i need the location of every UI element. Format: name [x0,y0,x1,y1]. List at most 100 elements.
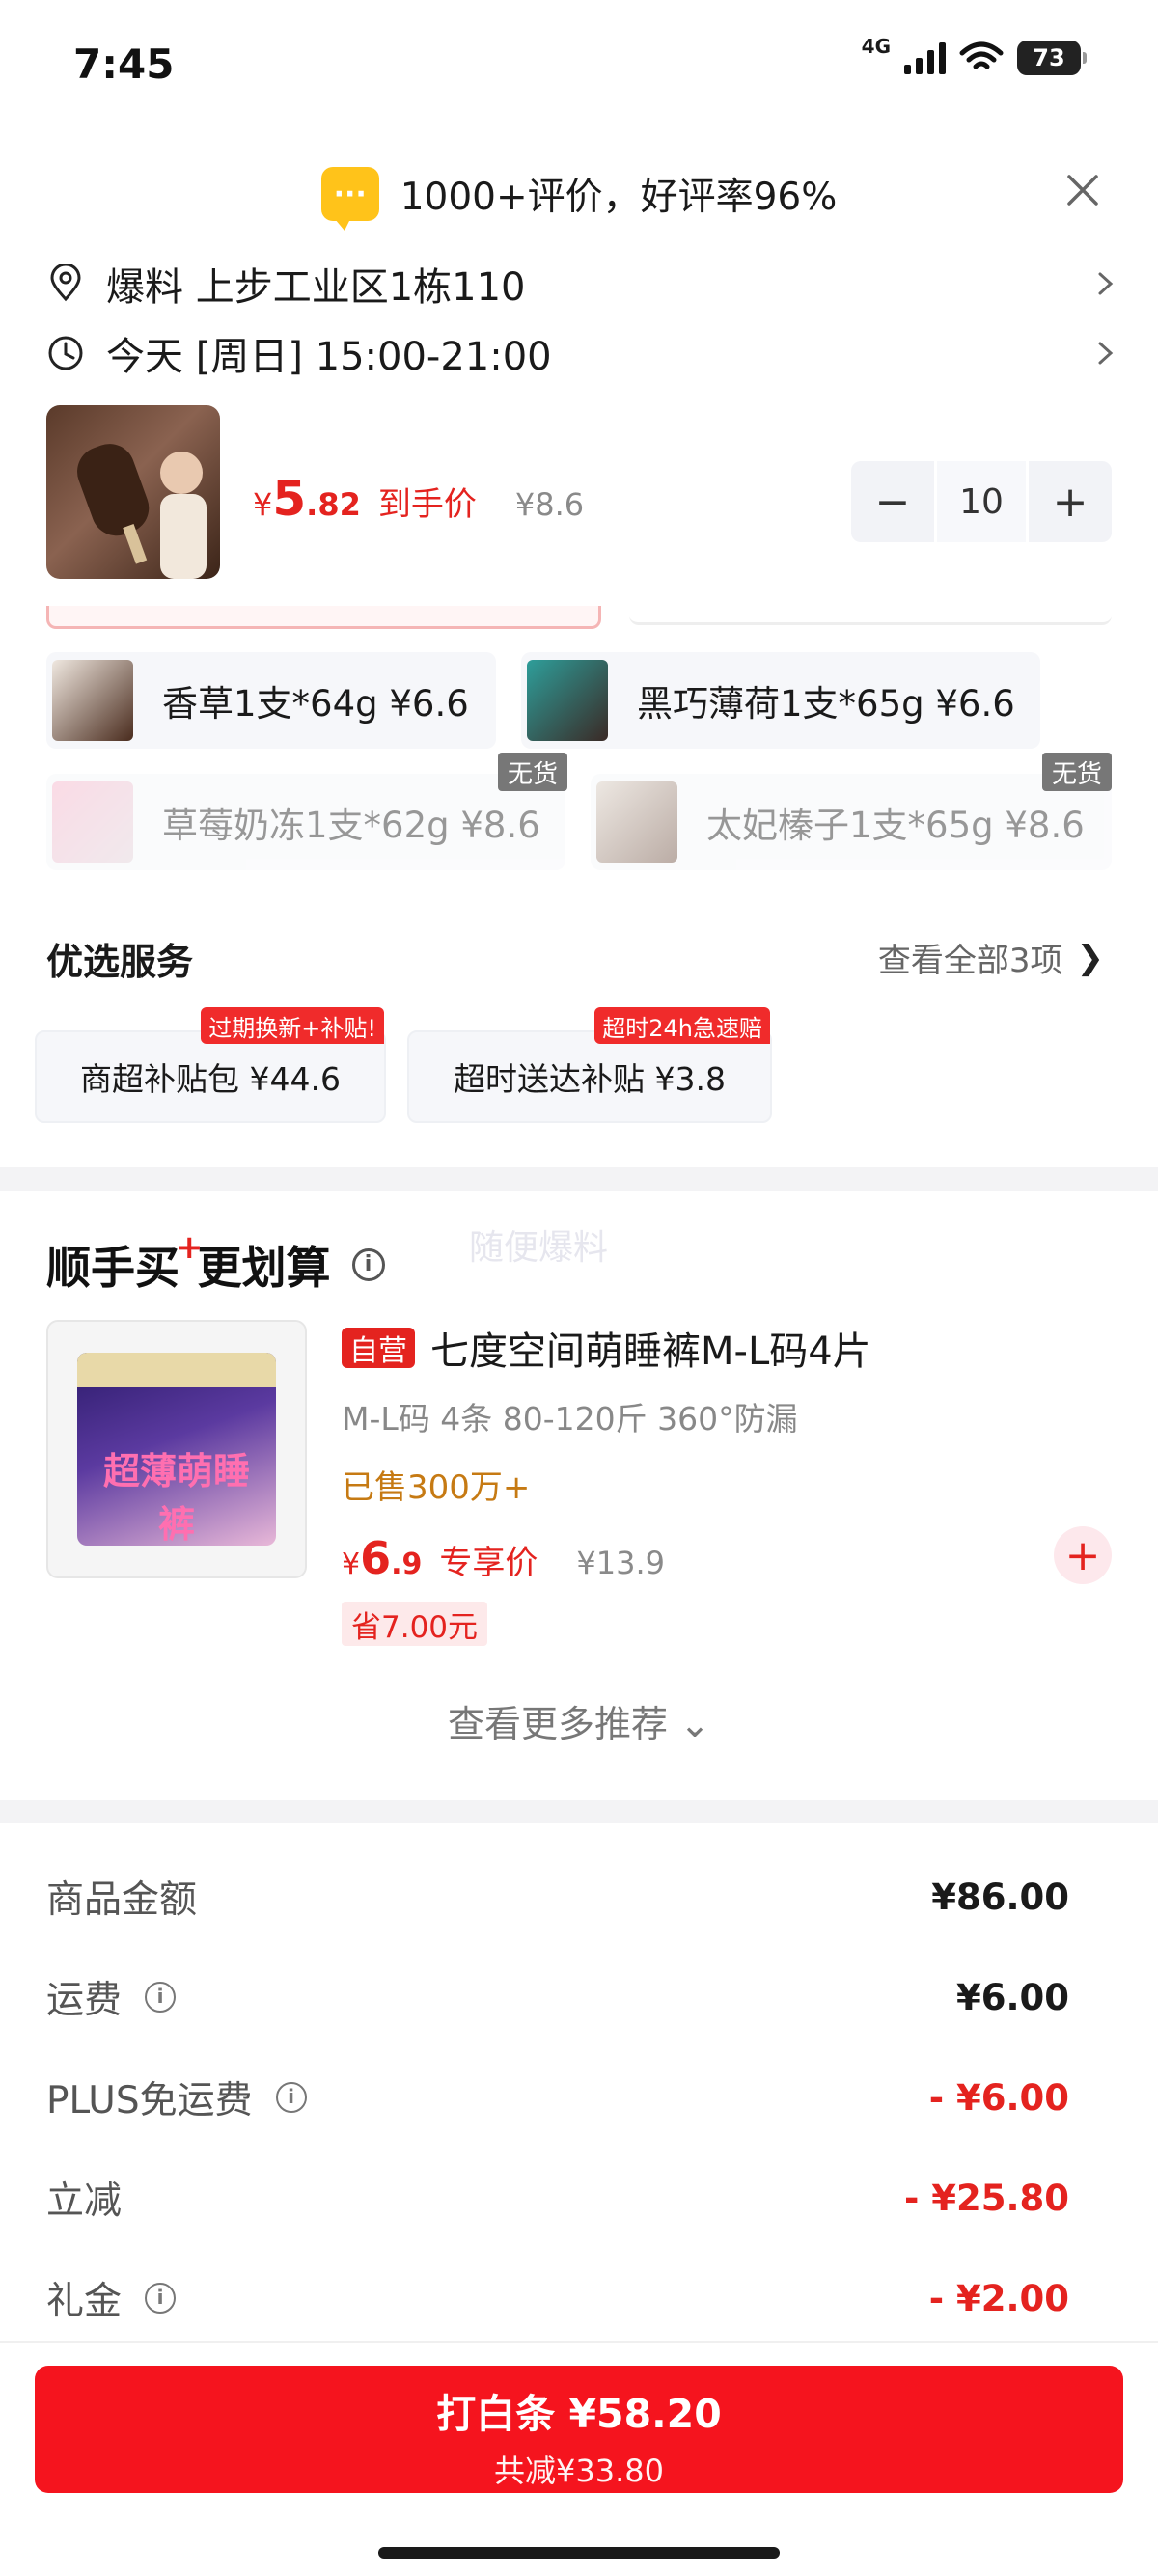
chevron-right-icon [1098,272,1114,295]
recommend-product-spec: M-L码 4条 80-120斤 360°防漏 [342,1400,798,1438]
recommend-sold-count: 已售300万+ [342,1468,531,1507]
network-label: 4G [861,35,891,58]
pay-button-label: 打白条 ¥58.20 [436,2391,722,2437]
summary-row-instant-discount: 立减 - ¥25.80 [46,2169,1069,2227]
price-integer: 6 [360,1532,392,1584]
summary-row-plus-free-shipping: PLUS免运费 i - ¥6.00 [46,2069,1069,2126]
address-row[interactable]: 爆料 上步工业区1栋110 [46,257,1117,311]
recommend-title: 顺手买 + 更划算 i [46,1228,385,1297]
summary-value: ¥86.00 [931,1876,1069,1918]
service-label: 超时送达补贴 ¥3.8 [454,1060,726,1098]
pay-button[interactable]: 打白条 ¥58.20 共减¥33.80 [35,2366,1123,2493]
info-icon[interactable]: i [145,1982,177,2013]
rating-banner: ··· 1000+评价，好评率96% [0,162,1158,231]
home-indicator[interactable] [378,2547,780,2559]
services-title: 优选服务 [46,941,194,983]
recommend-title-a: 顺手买 [46,1242,179,1294]
pay-bar: 打白条 ¥58.20 共减¥33.80 [0,2341,1158,2576]
price-decimal: .9 [391,1548,423,1581]
service-badge: 超时24h急速赔 [594,1007,770,1044]
address-text: 爆料 上步工业区1栋110 [106,265,526,310]
product-price: ¥ 5 .82 到手价 ¥8.6 [253,471,584,527]
status-time: 7:45 [73,41,175,88]
service-card-subsidy-pack[interactable]: 商超补贴包 ¥44.6 过期换新+补贴! [35,1007,386,1123]
variant-label: 香草1支*64g ¥6.6 [162,683,469,725]
summary-value: - ¥2.00 [928,2277,1069,2319]
section-divider [0,1167,1158,1191]
variant-option-mint[interactable]: 黑巧薄荷1支*65g ¥6.6 [521,652,1040,749]
product-thumbnail[interactable] [46,405,220,579]
price-integer: 5 [272,471,307,527]
quantity-stepper: − 10 + [851,461,1112,542]
price-tag: 专享价 [439,1544,538,1582]
decrease-button[interactable]: − [851,461,934,542]
variant-label: 草莓奶冻1支*62g ¥8.6 [162,805,540,846]
summary-value: - ¥6.00 [928,2076,1069,2119]
view-all-label: 查看全部3项 [877,942,1063,980]
close-icon[interactable] [1062,169,1104,211]
view-more-recommendations[interactable]: 查看更多推荐 ⌄ [0,1694,1158,1747]
summary-row-gift-credit: 礼金 i - ¥2.00 [46,2269,1069,2327]
view-all-services-link[interactable]: 查看全部3项 ❯ [878,934,1104,981]
summary-label: 立减 [46,2179,123,2223]
summary-row-goods-amount: 商品金额 ¥86.00 [46,1868,1069,1926]
price-tag: 到手价 [377,485,477,524]
delivery-time-text: 今天 [周日] 15:00-21:00 [106,335,552,379]
price-decimal: .82 [306,486,361,523]
summary-label: 商品金额 [46,1878,198,1922]
variant-thumbnail [527,660,608,741]
service-badge: 过期换新+补贴! [201,1007,384,1044]
variant-option-strawberry[interactable]: 草莓奶冻1支*62g ¥8.6 [46,774,565,870]
service-card-late-delivery[interactable]: 超时送达补贴 ¥3.8 超时24h急速赔 [407,1007,772,1123]
summary-row-shipping: 运费 i ¥6.00 [46,1968,1069,2026]
info-icon[interactable]: i [275,2082,307,2113]
chevron-right-icon: ❯ [1076,938,1105,977]
out-of-stock-badge: 无货 [1042,753,1112,791]
summary-value: - ¥25.80 [903,2177,1069,2219]
variant-option-toffee[interactable]: 太妃榛子1支*65g ¥8.6 [591,774,1112,870]
self-operated-badge: 自营 [342,1328,415,1368]
add-to-cart-button[interactable]: + [1054,1526,1112,1584]
clock-icon [48,336,83,370]
location-pin-icon [50,264,81,302]
pay-button-subtitle: 共减¥33.80 [494,2453,664,2489]
increase-button[interactable]: + [1029,461,1112,542]
variant-thumbnail [596,781,677,863]
info-icon[interactable]: i [351,1248,385,1281]
section-divider [0,1800,1158,1823]
delivery-time-row[interactable]: 今天 [周日] 15:00-21:00 [46,326,1117,380]
summary-label: PLUS免运费 i [46,2070,307,2124]
variant-edge [629,606,1112,625]
ice-cream-bar-icon [77,444,207,579]
variant-thumbnail [52,660,133,741]
status-icons: 4G 73 [862,35,1087,75]
wifi-icon [959,41,1004,69]
variant-option-vanilla[interactable]: 香草1支*64g ¥6.6 [46,652,496,749]
chat-bubble-icon: ··· [320,167,379,231]
variant-thumbnail [52,781,133,863]
chevron-right-icon [1098,342,1114,365]
out-of-stock-badge: 无货 [498,753,567,791]
recommend-product-name[interactable]: 七度空间萌睡裤M-L码4片 [430,1320,871,1376]
selected-variant-edge [46,606,601,629]
status-bar: 7:45 4G 73 [0,0,1158,130]
variant-label: 太妃榛子1支*65g ¥8.6 [706,805,1085,846]
package-text: 超薄萌睡裤 [102,1450,250,1546]
rating-text: 1000+评价，好评率96% [400,176,838,219]
currency-symbol: ¥ [253,486,273,523]
original-price: ¥8.6 [514,486,585,523]
recommend-title-b: 更划算 [197,1242,331,1294]
summary-label: 运费 i [46,1970,177,2024]
summary-label: 礼金 i [46,2271,177,2325]
quantity-value[interactable]: 10 [934,461,1029,542]
variant-label: 黑巧薄荷1支*65g ¥6.6 [637,683,1015,725]
plus-mark-icon: + [176,1228,204,1267]
battery-icon: 73 [1017,41,1087,75]
original-price: ¥13.9 [576,1545,665,1581]
currency-symbol: ¥ [342,1548,361,1581]
info-icon[interactable]: i [145,2283,177,2314]
signal-icon [904,41,946,74]
watermark: 随便爆料 [469,1228,609,1268]
package-image: 超薄萌睡裤 [77,1353,276,1546]
recommend-product-image[interactable]: 超薄萌睡裤 [46,1320,307,1578]
